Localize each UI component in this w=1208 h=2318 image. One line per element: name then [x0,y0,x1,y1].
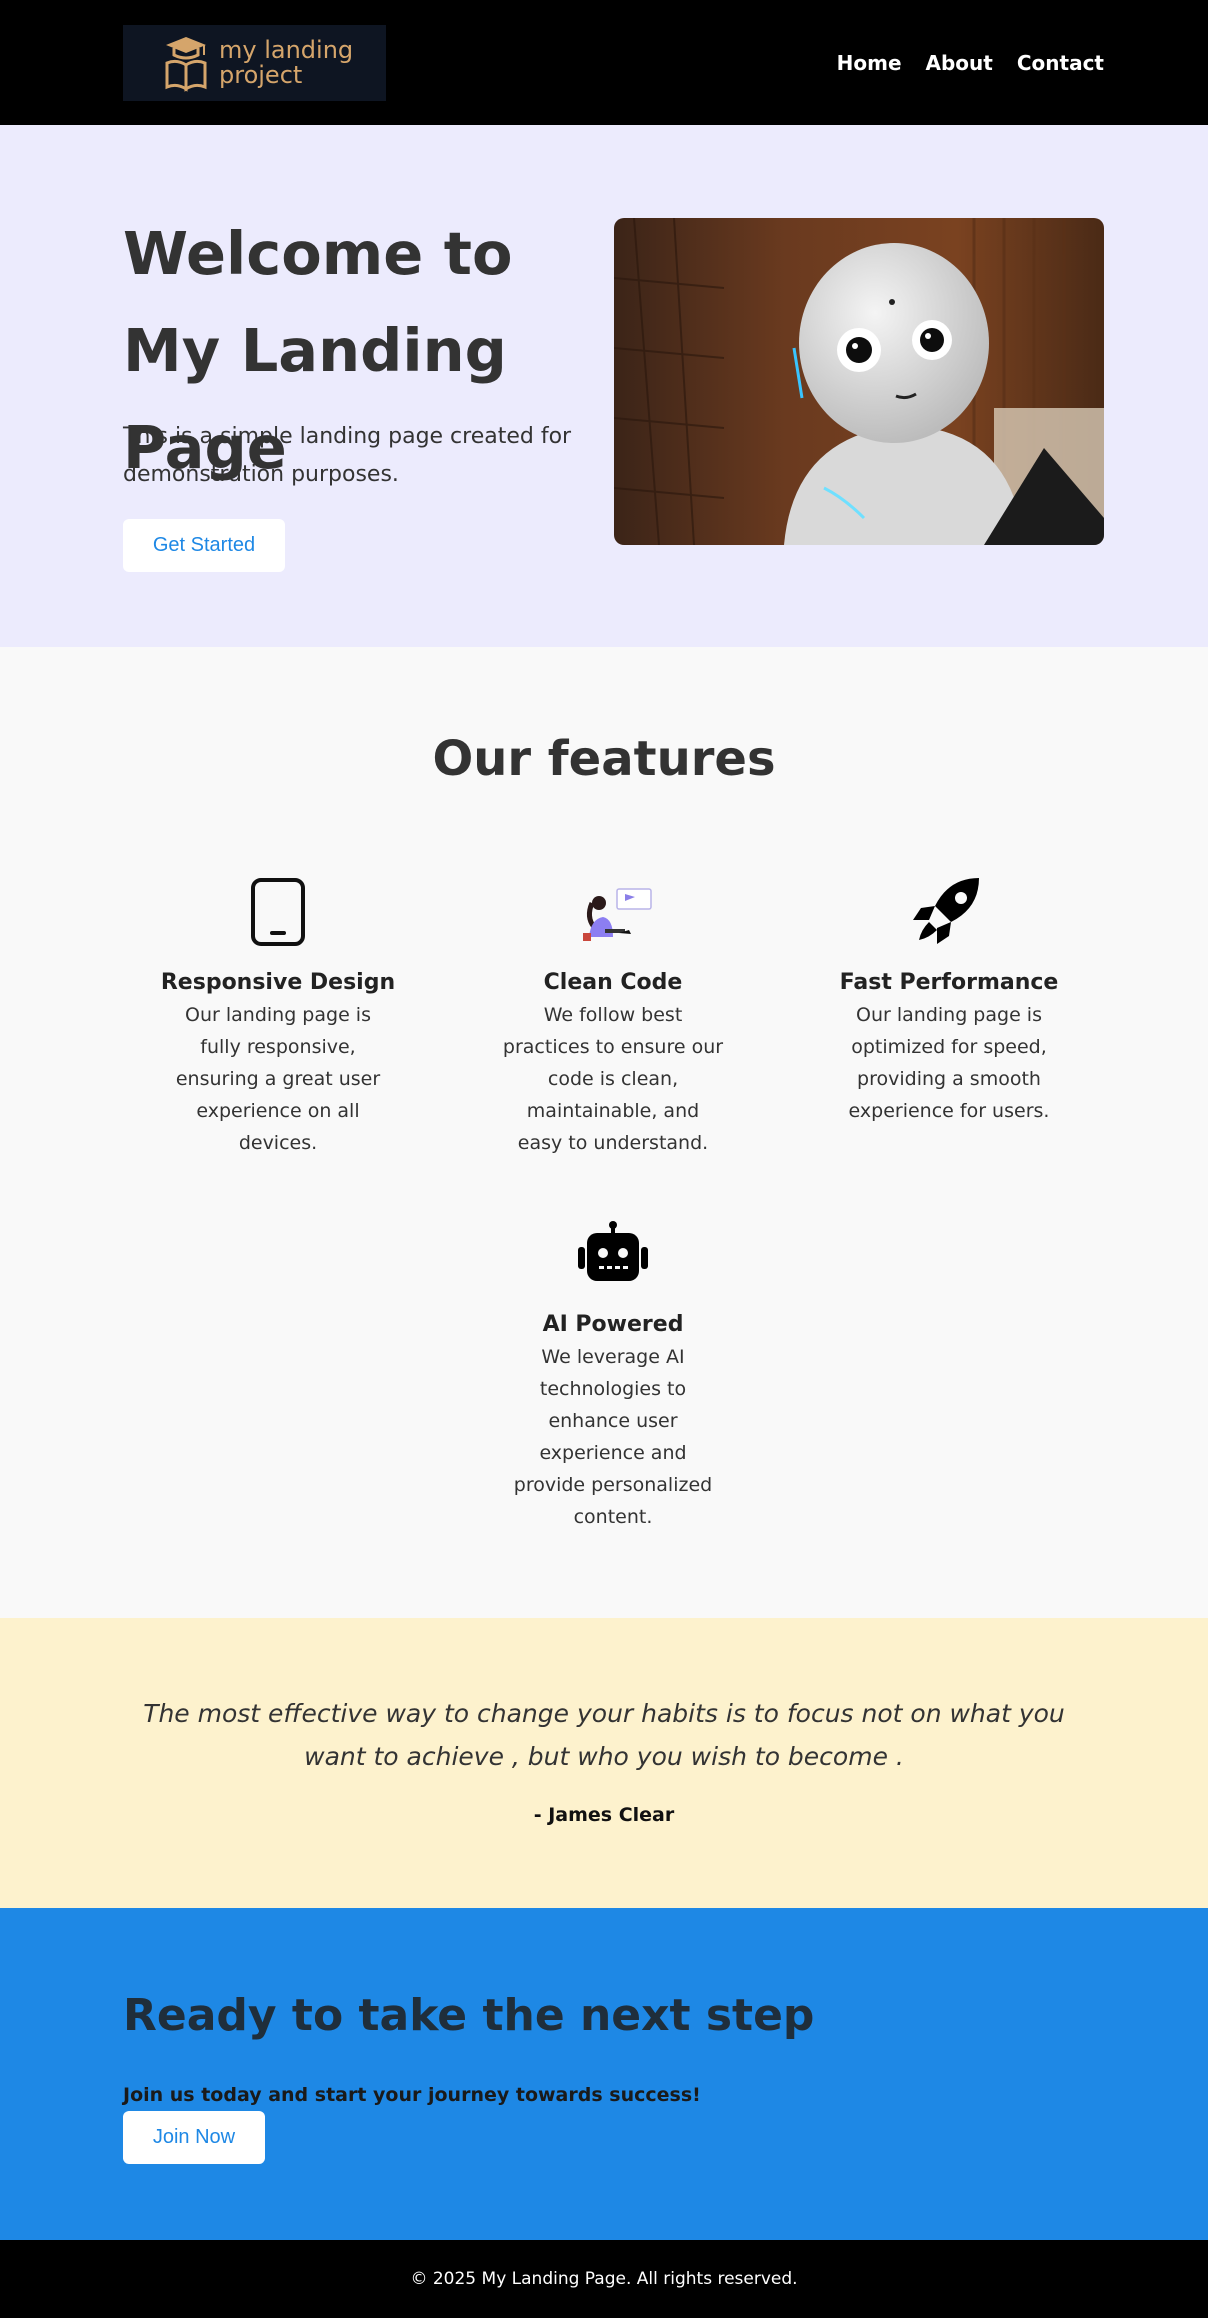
nav-links: Home About Contact [837,51,1104,75]
features-section: Our features Responsive Design Our landi… [0,647,1208,1618]
quote-author: - James Clear [533,1804,675,1826]
feature-title: Fast Performance [839,970,1059,995]
navbar: my landing project Home About Contact [0,0,1208,125]
graduation-book-icon [165,36,207,92]
quote-text: The most effective way to change your ha… [143,1699,1065,1771]
nav-link-contact[interactable]: Contact [1017,51,1104,75]
footer: © 2025 My Landing Page. All rights reser… [0,2240,1208,2318]
feature-title: Clean Code [543,970,683,995]
feature-description: We leverage AI technologies to enhance u… [513,1346,713,1528]
rocket-icon [899,872,999,952]
hero-section: Welcome to My Landing Page This is a sim… [0,125,1208,647]
logo[interactable]: my landing project [123,24,386,101]
feature-card: Responsive Design Our landing page is fu… [158,872,398,1159]
quote-section: The most effective way to change your ha… [0,1618,1208,1908]
features-title: Our features [432,731,776,787]
feature-card: AI Powered We leverage AI technologies t… [493,1214,733,1533]
nav-link-about[interactable]: About [926,51,993,75]
feature-title: Responsive Design [160,970,396,995]
cta-section: Ready to take the next step Join us toda… [0,1908,1208,2240]
feature-description: Our landing page is optimized for speed,… [848,1004,1050,1122]
feature-card: Clean Code We follow best practices to e… [493,872,733,1159]
footer-copyright: © 2025 My Landing Page. All rights reser… [410,2269,798,2289]
hero-robot-image [614,218,1104,545]
tablet-icon [228,872,328,952]
developer-illustration-icon [563,872,663,952]
join-now-button[interactable]: Join Now [123,2111,265,2164]
feature-card: Fast Performance Our landing page is opt… [829,872,1069,1127]
feature-description: We follow best practices to ensure our c… [502,1004,724,1154]
nav-link-home[interactable]: Home [837,51,902,75]
feature-title: AI Powered [542,1312,684,1337]
robot-icon [563,1214,663,1294]
cta-subtitle: Join us today and start your journey tow… [123,2084,701,2106]
feature-description: Our landing page is fully responsive, en… [175,1004,381,1154]
hero-subtitle: This is a simple landing page created fo… [123,424,572,487]
logo-text: my landing project [219,35,354,89]
cta-title: Ready to take the next step [123,1990,815,2041]
get-started-button[interactable]: Get Started [123,519,285,572]
